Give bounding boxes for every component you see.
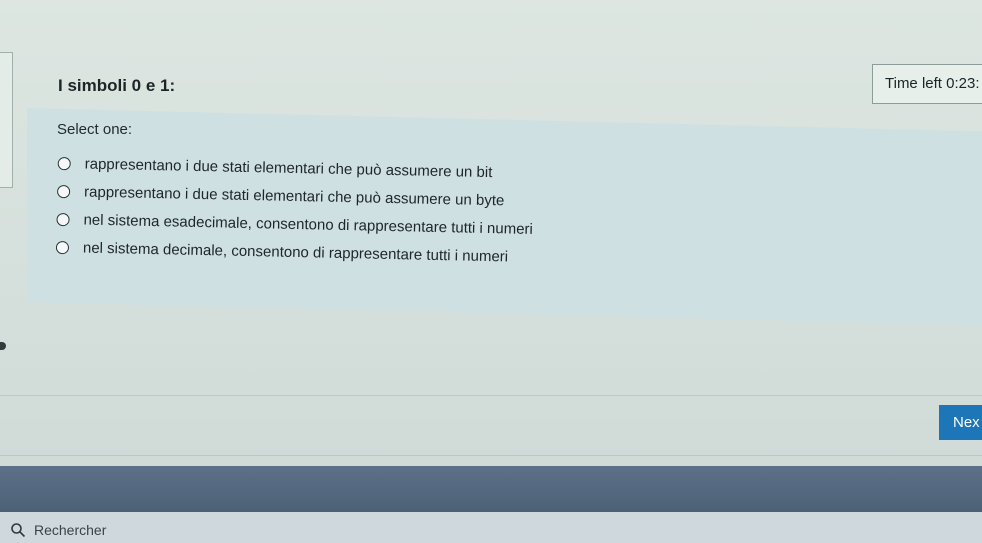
taskbar [0,466,982,512]
answer-options: rappresentano i due stati elementari che… [55,150,535,272]
next-page-button[interactable]: Nex [939,405,982,440]
answer-option-label: nel sistema decimale, consentono di rapp… [82,239,509,265]
answer-option-label: rappresentano i due stati elementari che… [84,155,493,181]
time-left-text: Time left 0:23: [885,75,980,92]
search-input[interactable]: Rechercher [34,522,106,538]
answer-option-label: nel sistema esadecimale, consentono di r… [83,211,534,238]
left-side-tab [0,52,13,188]
taskbar-search-box[interactable]: Rechercher [10,522,106,538]
radio-button[interactable] [57,156,71,170]
time-left-display: Time left 0:23: [872,64,982,104]
search-icon [11,523,26,538]
taskbar-search-area [0,512,982,543]
answer-option-label: rappresentano i due stati elementari che… [83,183,505,209]
radio-button[interactable] [56,212,70,226]
question-title: I simboli 0 e 1: [58,76,176,95]
select-one-prompt: Select one: [57,121,133,138]
radio-button[interactable] [57,184,71,198]
divider-line [0,455,982,456]
divider-line [0,395,982,396]
radio-button[interactable] [55,240,70,254]
